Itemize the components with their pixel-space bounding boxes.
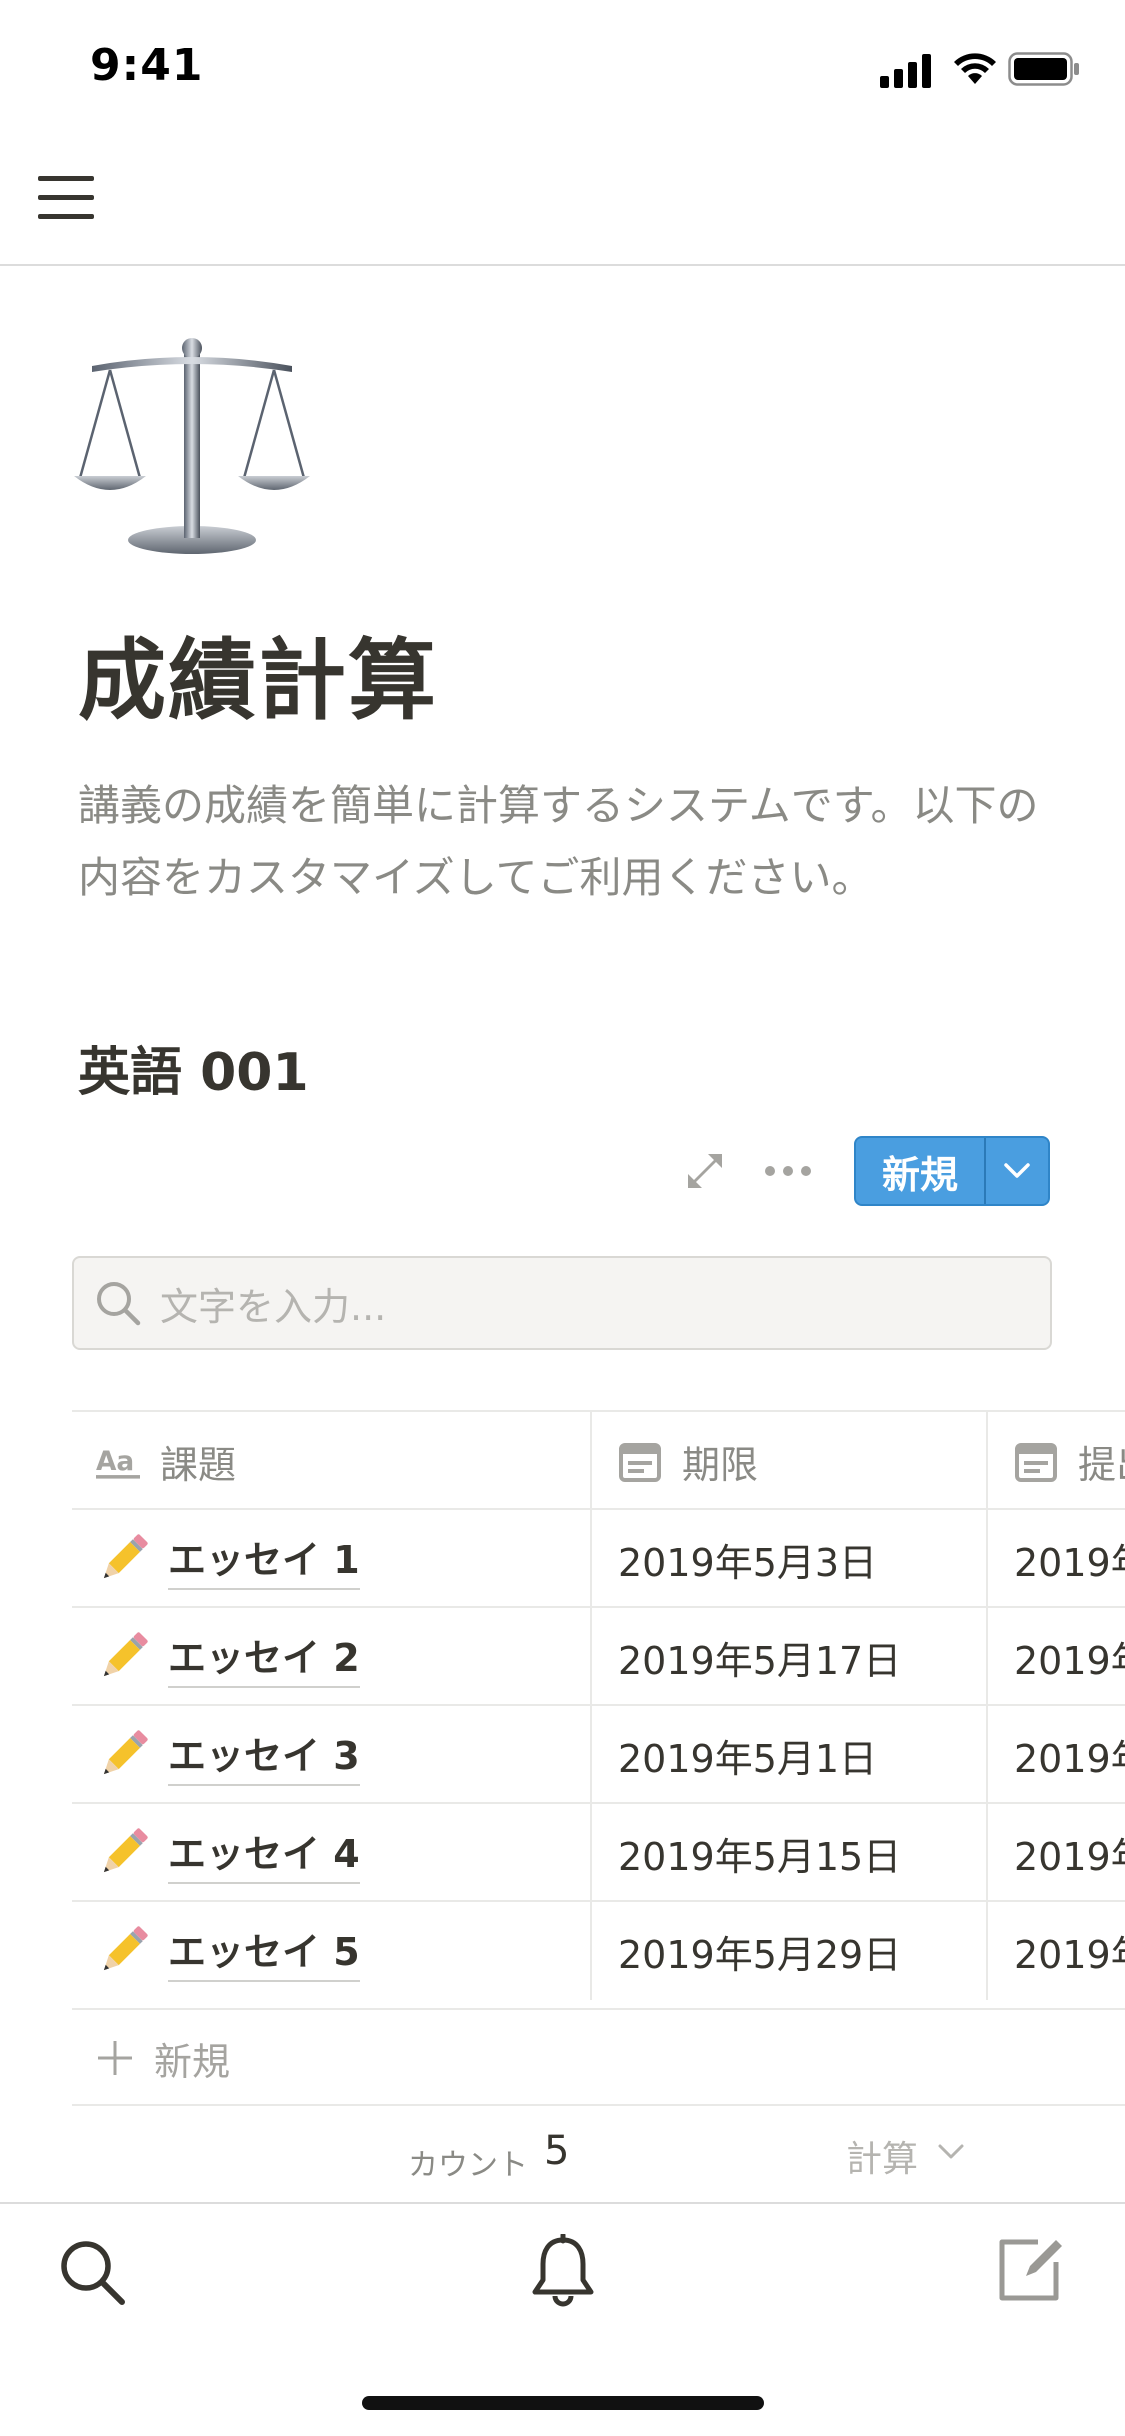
expand-icon[interactable] bbox=[684, 1150, 726, 1192]
table-row[interactable]: エッセイ 5 2019年5月29日 2019年 bbox=[72, 1900, 1125, 2000]
table-row[interactable]: エッセイ 4 2019年5月15日 2019年 bbox=[72, 1802, 1125, 1902]
pencil-icon bbox=[103, 1828, 148, 1873]
count-label: カウント bbox=[408, 2148, 528, 2183]
row-due-cell[interactable]: 2019年5月29日 bbox=[592, 1902, 988, 2000]
search-icon bbox=[97, 1282, 141, 1326]
chevron-down-icon[interactable] bbox=[936, 2142, 966, 2162]
search-icon[interactable] bbox=[58, 2238, 128, 2308]
pencil-icon bbox=[103, 1534, 148, 1579]
pencil-icon bbox=[103, 1632, 148, 1677]
row-title[interactable]: エッセイ 1 bbox=[168, 1529, 360, 1590]
text-property-icon: Aa bbox=[96, 1446, 140, 1479]
row-title-cell[interactable]: エッセイ 3 bbox=[72, 1706, 592, 1804]
row-title[interactable]: エッセイ 4 bbox=[168, 1823, 360, 1884]
table-row[interactable]: エッセイ 2 2019年5月17日 2019年 bbox=[72, 1606, 1125, 1706]
page-description: 講義の成績を簡単に計算するシステムです。以下の内容をカスタマイズしてご利用くださ… bbox=[78, 781, 1039, 902]
cellular-signal-icon bbox=[880, 54, 931, 88]
row-due-cell[interactable]: 2019年5月1日 bbox=[592, 1706, 988, 1804]
row-title-cell[interactable]: エッセイ 4 bbox=[72, 1804, 592, 1902]
tabbar-divider bbox=[0, 2202, 1125, 2204]
plus-icon bbox=[98, 2041, 132, 2075]
row-submitted-cell[interactable]: 2019年 bbox=[988, 1902, 1125, 2000]
pencil-icon bbox=[103, 1730, 148, 1775]
row-title-cell[interactable]: エッセイ 5 bbox=[72, 1902, 592, 2000]
bell-icon[interactable] bbox=[530, 2234, 596, 2310]
column-header-label: 提出 bbox=[1078, 1442, 1125, 1487]
battery-icon bbox=[1008, 52, 1079, 86]
wifi-icon bbox=[954, 53, 996, 84]
add-row-button[interactable]: 新規 bbox=[72, 2008, 1125, 2106]
column-header-label: 課題 bbox=[160, 1442, 237, 1487]
table-row[interactable]: エッセイ 1 2019年5月3日 2019年 bbox=[72, 1508, 1125, 1608]
column-header-submitted[interactable]: 提出 bbox=[988, 1412, 1125, 1510]
calculate-button[interactable]: 計算 bbox=[846, 2130, 918, 2182]
new-button-label[interactable]: 新規 bbox=[856, 1138, 986, 1204]
svg-text:Aa: Aa bbox=[96, 1446, 134, 1477]
pencil-icon bbox=[103, 1926, 148, 1971]
row-title[interactable]: エッセイ 2 bbox=[168, 1627, 360, 1688]
more-options-icon[interactable] bbox=[764, 1158, 812, 1184]
row-due-cell[interactable]: 2019年5月17日 bbox=[592, 1608, 988, 1706]
table-row[interactable]: エッセイ 3 2019年5月1日 2019年 bbox=[72, 1704, 1125, 1804]
count-value: 5 bbox=[544, 2128, 570, 2174]
calculation-divider bbox=[72, 2104, 1125, 2106]
new-record-button[interactable]: 新規 bbox=[854, 1136, 1050, 1206]
row-title[interactable]: エッセイ 5 bbox=[168, 1921, 360, 1982]
table-header-row: Aa 課題 期限 提出 bbox=[72, 1410, 1125, 1510]
compose-icon[interactable] bbox=[996, 2232, 1066, 2304]
row-submitted-cell[interactable]: 2019年 bbox=[988, 1608, 1125, 1706]
status-time: 9:41 bbox=[90, 40, 204, 91]
calendar-icon bbox=[619, 1443, 661, 1482]
column-header-due[interactable]: 期限 bbox=[592, 1412, 988, 1510]
calendar-icon bbox=[1015, 1443, 1057, 1482]
add-row-label: 新規 bbox=[154, 2039, 231, 2084]
row-due-cell[interactable]: 2019年5月3日 bbox=[592, 1510, 988, 1608]
row-title-cell[interactable]: エッセイ 1 bbox=[72, 1510, 592, 1608]
row-title[interactable]: エッセイ 3 bbox=[168, 1725, 360, 1786]
column-header-title[interactable]: Aa 課題 bbox=[72, 1412, 592, 1510]
row-submitted-cell[interactable]: 2019年 bbox=[988, 1706, 1125, 1804]
new-button-dropdown[interactable] bbox=[986, 1138, 1048, 1204]
header-divider bbox=[0, 264, 1125, 266]
page-title: 成績計算 bbox=[78, 629, 439, 732]
column-header-label: 期限 bbox=[682, 1442, 759, 1487]
home-indicator[interactable] bbox=[362, 2396, 764, 2410]
search-input[interactable]: 文字を入力... bbox=[72, 1256, 1052, 1350]
balance-scale-icon bbox=[74, 338, 310, 554]
chevron-down-icon bbox=[1004, 1163, 1030, 1178]
menu-icon[interactable] bbox=[38, 176, 94, 220]
row-due-cell[interactable]: 2019年5月15日 bbox=[592, 1804, 988, 1902]
row-title-cell[interactable]: エッセイ 2 bbox=[72, 1608, 592, 1706]
row-submitted-cell[interactable]: 2019年 bbox=[988, 1804, 1125, 1902]
database-title: 英語 001 bbox=[78, 1043, 309, 1103]
row-submitted-cell[interactable]: 2019年 bbox=[988, 1510, 1125, 1608]
search-placeholder: 文字を入力... bbox=[160, 1284, 387, 1329]
